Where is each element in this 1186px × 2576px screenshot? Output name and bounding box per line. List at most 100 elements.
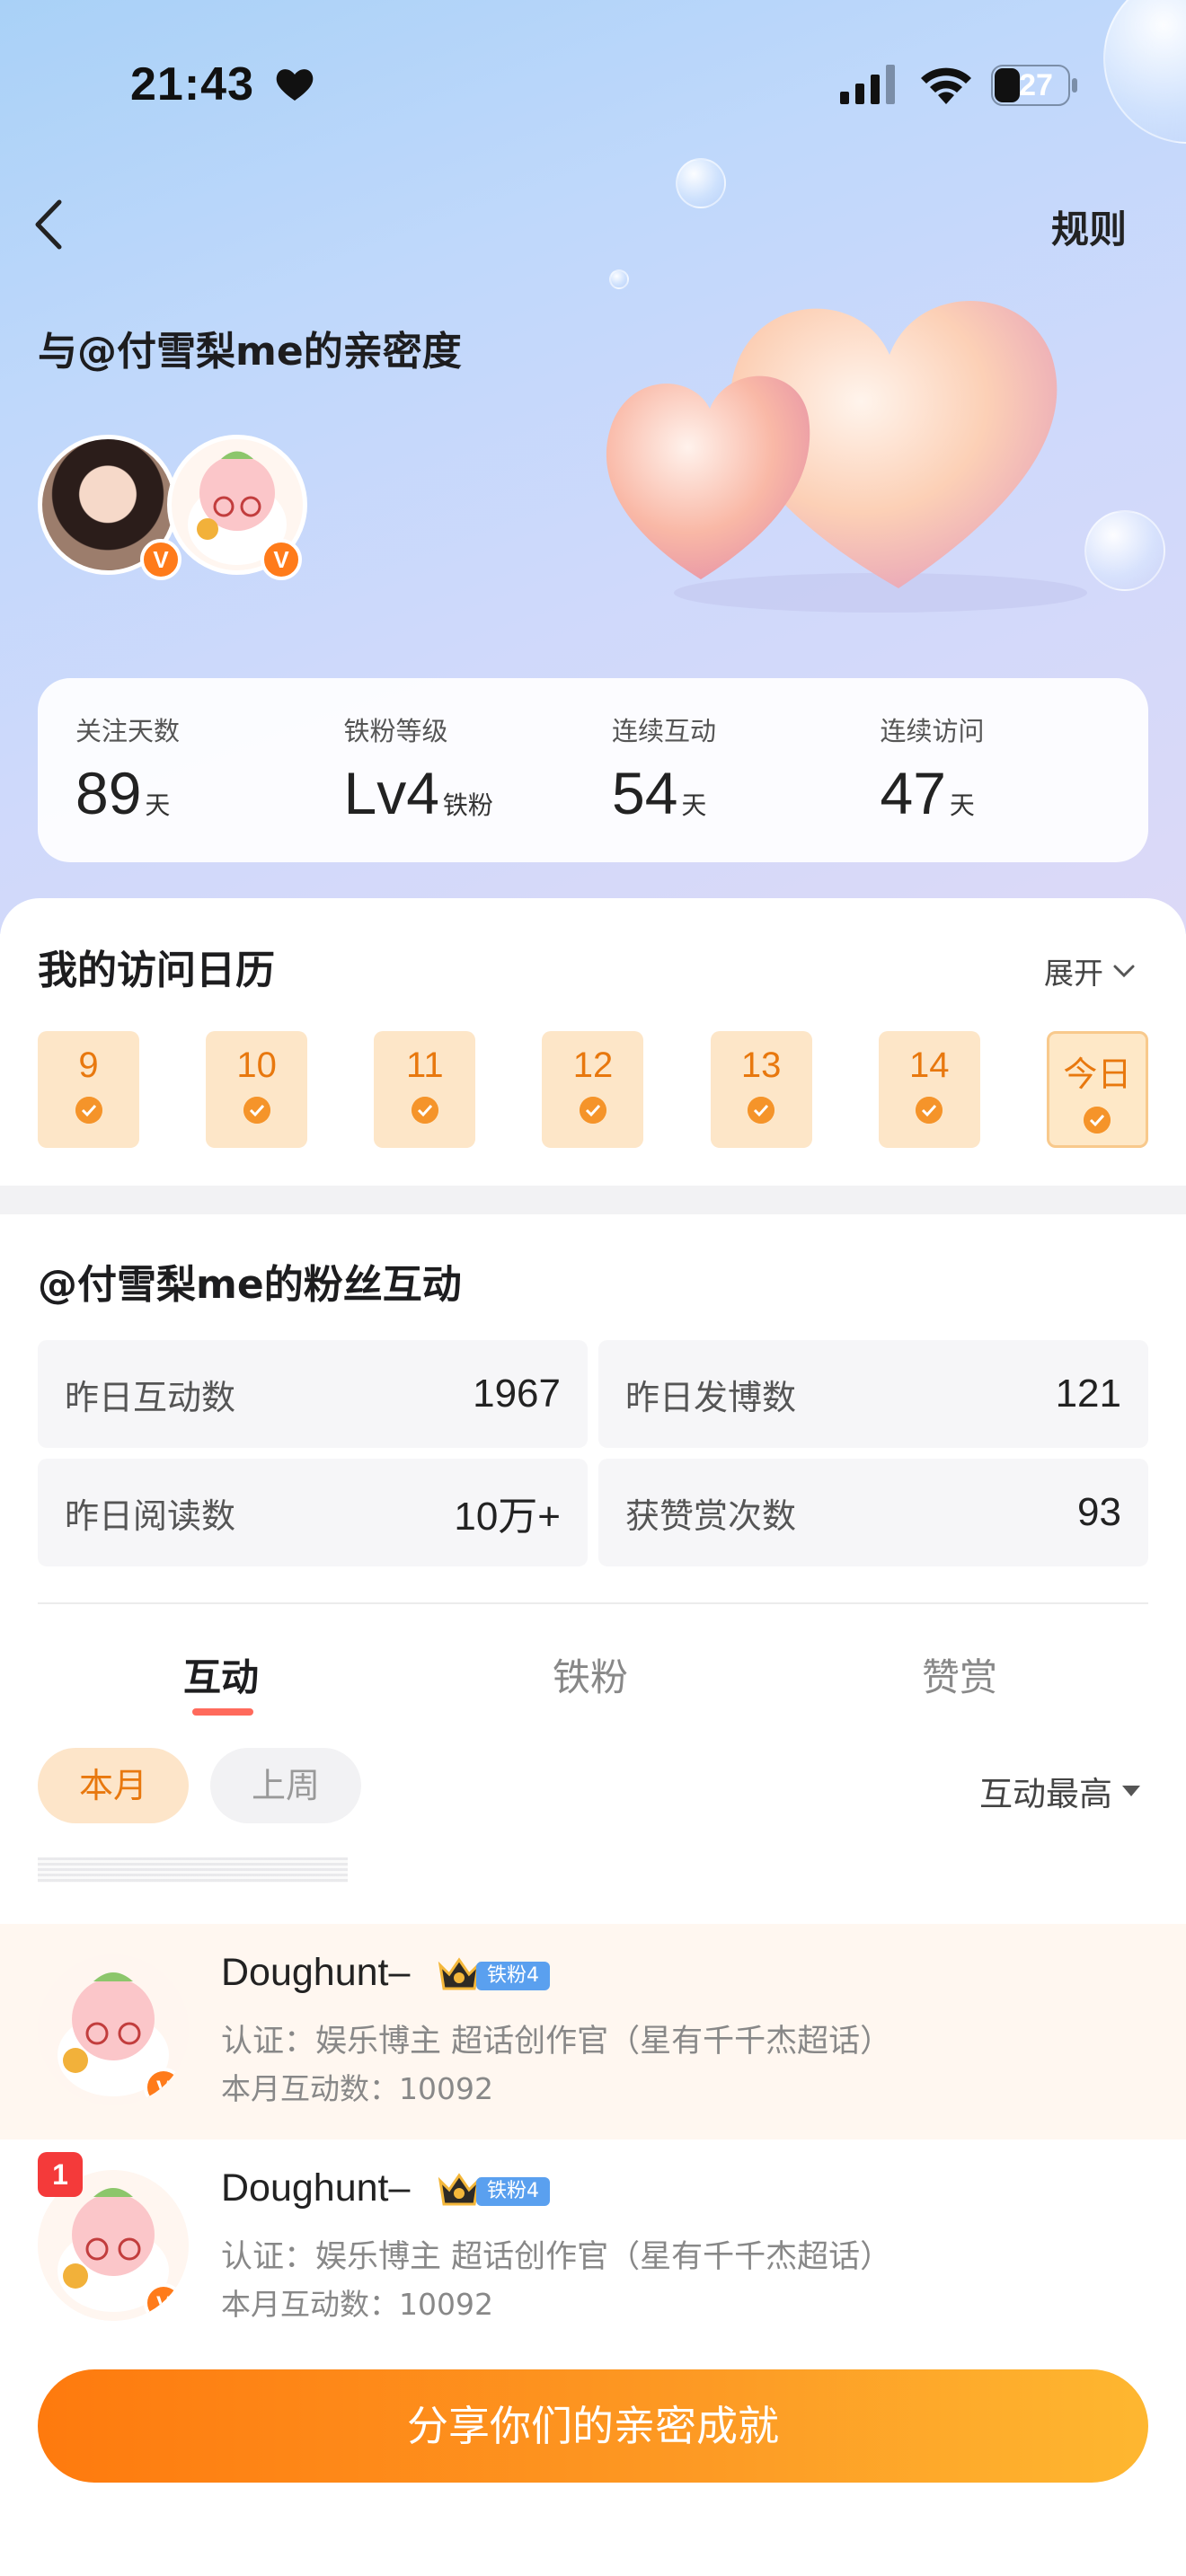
metric-value: 1967 bbox=[473, 1372, 561, 1416]
heart-icon bbox=[276, 69, 314, 101]
check-icon bbox=[75, 1097, 102, 1124]
rank-badge: 1 bbox=[38, 2152, 83, 2197]
fan-list-item[interactable]: V Doughunt– 铁粉4 认证：娱乐博主 超话创作官（星有千千杰超话） 本… bbox=[0, 1924, 1186, 2139]
metric-label: 获赞赏次数 bbox=[625, 1495, 797, 1536]
fan-interaction-count: 本月互动数：10092 bbox=[221, 2071, 493, 2106]
expand-label: 展开 bbox=[1044, 956, 1103, 991]
expand-button[interactable]: 展开 bbox=[1044, 949, 1136, 992]
bubble-decoration bbox=[1084, 510, 1165, 591]
svg-text:V: V bbox=[156, 2292, 171, 2316]
signal-icon bbox=[840, 65, 895, 104]
iron-fan-badge: 铁粉4 bbox=[476, 2177, 550, 2206]
stat-label: 关注天数 bbox=[75, 716, 181, 746]
tab-rewards[interactable]: 赞赏 bbox=[922, 1647, 997, 1702]
sort-label: 互动最高 bbox=[979, 1775, 1112, 1813]
back-arrow-icon[interactable] bbox=[25, 193, 79, 256]
calendar-day[interactable]: 10 bbox=[206, 1031, 308, 1148]
crown-icon bbox=[438, 1957, 481, 1990]
intimacy-stats-card: 关注天数 89 天 铁粉等级 Lv4 铁粉 连续互动 54 天 连续访问 47 天 bbox=[38, 678, 1148, 862]
metric-card: 昨日互动数 1967 bbox=[38, 1340, 588, 1448]
fan-avatar: V bbox=[38, 1954, 189, 2105]
metric-label: 昨日互动数 bbox=[65, 1377, 236, 1417]
metric-card: 昨日阅读数 10万+ bbox=[38, 1459, 588, 1566]
day-number: 14 bbox=[909, 1045, 950, 1085]
check-icon bbox=[916, 1097, 943, 1124]
stat-follow-days: 关注天数 89 天 bbox=[75, 710, 344, 862]
hearts-illustration bbox=[606, 301, 1087, 613]
fan-metrics: 昨日互动数 1967 昨日发博数 121 昨日阅读数 10万+ 获赞赏次数 93 bbox=[38, 1340, 1148, 1566]
fan-name: Doughunt– bbox=[221, 1951, 411, 1994]
calendar-day[interactable]: 13 bbox=[710, 1031, 812, 1148]
iron-fan-badge: 铁粉4 bbox=[476, 1962, 550, 1990]
visit-calendar: 我的访问日历 展开 9 10 11 12 13 14 今日 bbox=[0, 898, 1186, 1186]
stat-interact-streak: 连续互动 54 天 bbox=[612, 710, 881, 862]
metric-card: 获赞赏次数 93 bbox=[598, 1459, 1148, 1566]
wifi-icon bbox=[921, 67, 971, 104]
fan-verification: 认证：娱乐博主 超话创作官（星有千千杰超话） bbox=[221, 2239, 892, 2275]
verified-icon: V bbox=[261, 539, 302, 580]
metric-value: 93 bbox=[1077, 1490, 1121, 1534]
check-icon bbox=[411, 1097, 438, 1124]
stat-unit: 铁粉 bbox=[442, 790, 493, 820]
divider bbox=[38, 1602, 1148, 1604]
tab-iron-fans[interactable]: 铁粉 bbox=[553, 1647, 628, 1702]
calendar-day[interactable]: 11 bbox=[374, 1031, 476, 1148]
day-number: 今日 bbox=[1063, 1054, 1132, 1094]
sort-dropdown[interactable]: 互动最高 bbox=[979, 1767, 1141, 1815]
stat-unit: 天 bbox=[949, 790, 975, 820]
fans-title: @付雪梨me的粉丝互动 bbox=[38, 1262, 462, 1308]
status-bar: 21:43 27 bbox=[0, 0, 1186, 171]
section-divider bbox=[0, 1186, 1186, 1214]
stat-value: 47 bbox=[880, 760, 946, 826]
active-tab-indicator bbox=[192, 1708, 253, 1716]
stat-label: 连续互动 bbox=[612, 716, 717, 746]
day-number: 9 bbox=[78, 1045, 99, 1085]
blurred-placeholder bbox=[38, 1857, 348, 1883]
crown-icon bbox=[438, 2173, 481, 2206]
tab-interaction[interactable]: 互动 bbox=[183, 1647, 259, 1702]
page-title: 与@付雪梨me的亲密度 bbox=[38, 329, 462, 375]
calendar-day[interactable]: 9 bbox=[38, 1031, 139, 1148]
caret-down-icon bbox=[1122, 1786, 1140, 1796]
day-number: 13 bbox=[740, 1045, 782, 1085]
metric-label: 昨日阅读数 bbox=[65, 1495, 236, 1536]
rules-button[interactable]: 规则 bbox=[1051, 199, 1127, 254]
chevron-down-icon bbox=[1113, 965, 1135, 978]
stat-value: 54 bbox=[612, 760, 678, 826]
metric-label: 昨日发博数 bbox=[625, 1377, 797, 1417]
calendar-day-today[interactable]: 今日 bbox=[1046, 1031, 1148, 1148]
hero-section: 21:43 27 规则 与@付雪梨me的亲密度 V V 关注天数 89 天 铁粉… bbox=[0, 0, 1186, 934]
fan-list-item[interactable]: V 1 Doughunt– 铁粉4 认证：娱乐博主 超话创作官（星有千千杰超话）… bbox=[0, 2139, 1186, 2355]
day-number: 11 bbox=[406, 1045, 444, 1085]
share-button[interactable]: 分享你们的亲密成就 bbox=[38, 2369, 1148, 2483]
fan-tabs: 互动 铁粉 赞赏 bbox=[0, 1635, 1186, 1716]
stat-unit: 天 bbox=[145, 790, 171, 820]
stat-value: Lv4 bbox=[343, 760, 439, 826]
fan-interaction-count: 本月互动数：10092 bbox=[221, 2287, 493, 2322]
calendar-day[interactable]: 12 bbox=[542, 1031, 644, 1148]
filter-this-month[interactable]: 本月 bbox=[38, 1748, 189, 1823]
fan-name: Doughunt– bbox=[221, 2166, 411, 2210]
fan-verification: 认证：娱乐博主 超话创作官（星有千千杰超话） bbox=[221, 2024, 892, 2060]
calendar-day[interactable]: 14 bbox=[878, 1031, 980, 1148]
stat-label: 连续访问 bbox=[880, 716, 985, 746]
stat-unit: 天 bbox=[681, 790, 707, 820]
metric-value: 121 bbox=[1055, 1372, 1121, 1416]
day-number: 10 bbox=[236, 1045, 277, 1085]
check-icon bbox=[579, 1097, 606, 1124]
calendar-title: 我的访问日历 bbox=[38, 948, 275, 993]
check-icon bbox=[243, 1097, 270, 1124]
verified-icon: V bbox=[140, 539, 181, 580]
battery-level: 27 bbox=[1019, 68, 1053, 102]
check-icon bbox=[1084, 1107, 1111, 1134]
check-icon bbox=[748, 1097, 775, 1124]
stat-label: 铁粉等级 bbox=[343, 716, 448, 746]
metric-card: 昨日发博数 121 bbox=[598, 1340, 1148, 1448]
day-number: 12 bbox=[572, 1045, 614, 1085]
filter-last-week[interactable]: 上周 bbox=[210, 1748, 361, 1823]
stat-value: 89 bbox=[75, 760, 142, 826]
calendar-days: 9 10 11 12 13 14 今日 bbox=[38, 1031, 1148, 1148]
metric-value: 10万+ bbox=[454, 1495, 561, 1539]
stat-visit-streak: 连续访问 47 天 bbox=[881, 710, 1149, 862]
status-time: 21:43 bbox=[130, 58, 254, 110]
